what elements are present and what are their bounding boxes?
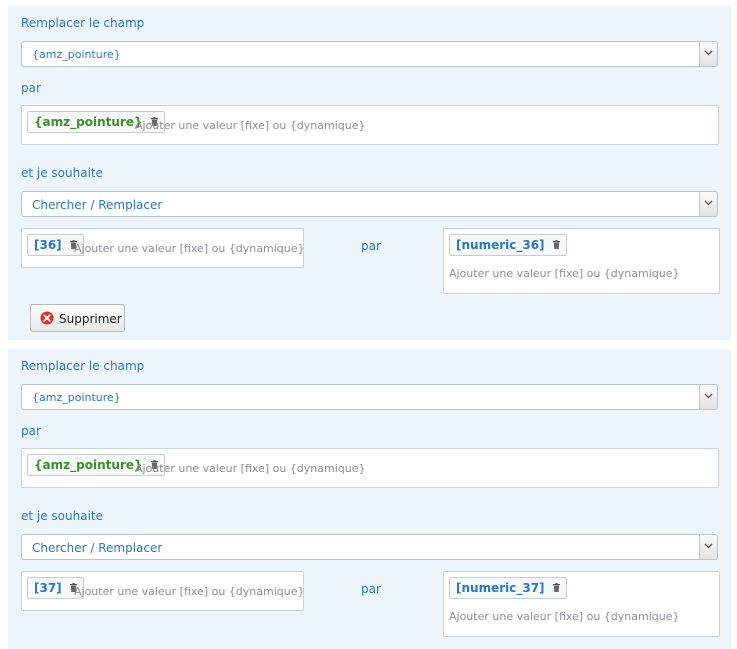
wish-label: et je souhaite: [21, 509, 104, 523]
replace-chip[interactable]: [numeric_37]: [449, 577, 567, 599]
value-placeholder[interactable]: Ajouter une valeur [fixe] ou {dynamique}: [135, 119, 366, 132]
search-value-box[interactable]: [36] Ajouter une valeur [fixe] ou {dynam…: [21, 228, 305, 268]
replace-field-label: Remplacer le champ: [21, 359, 145, 373]
par-label: par: [21, 81, 41, 95]
search-placeholder[interactable]: Ajouter une valeur [fixe] ou {dynamique}: [74, 585, 305, 598]
search-chip-label: [37]: [34, 581, 62, 595]
action-select[interactable]: Chercher / Remplacer: [21, 191, 718, 217]
chevron-down-icon: [704, 50, 713, 56]
replace-chip-label: [numeric_36]: [456, 238, 545, 252]
value-chip-label: {amz_pointure}: [34, 115, 143, 129]
trash-icon[interactable]: [552, 240, 560, 249]
replace-rule-block-1: Remplacer le champ {amz_pointure} par {a…: [8, 6, 731, 340]
value-chip-label: {amz_pointure}: [34, 458, 143, 472]
search-value-box[interactable]: [37] Ajouter une valeur [fixe] ou {dynam…: [21, 571, 305, 611]
field-select-arrow[interactable]: [699, 42, 717, 66]
par-mid-label: par: [361, 239, 381, 253]
field-select-value: {amz_pointure}: [32, 391, 121, 404]
par-mid-label: par: [361, 582, 381, 596]
field-select-arrow[interactable]: [699, 385, 717, 409]
close-circle-icon: [40, 311, 54, 325]
replace-chip-label: [numeric_37]: [456, 581, 545, 595]
action-select-value: Chercher / Remplacer: [32, 541, 163, 555]
trash-icon[interactable]: [552, 583, 560, 592]
delete-button-label: Supprimer: [59, 312, 122, 326]
search-placeholder[interactable]: Ajouter une valeur [fixe] ou {dynamique}: [74, 242, 305, 255]
wish-label: et je souhaite: [21, 166, 104, 180]
value-placeholder[interactable]: Ajouter une valeur [fixe] ou {dynamique}: [135, 462, 366, 475]
replace-chip[interactable]: [numeric_36]: [449, 234, 567, 256]
replace-value-box[interactable]: [numeric_37] Ajouter une valeur [fixe] o…: [443, 571, 720, 637]
action-select-arrow[interactable]: [699, 535, 717, 559]
delete-button[interactable]: Supprimer: [30, 304, 125, 332]
replace-placeholder[interactable]: Ajouter une valeur [fixe] ou {dynamique}: [449, 267, 680, 280]
replace-value-box[interactable]: [numeric_36] Ajouter une valeur [fixe] o…: [443, 228, 720, 294]
action-select-arrow[interactable]: [699, 192, 717, 216]
action-select[interactable]: Chercher / Remplacer: [21, 534, 718, 560]
chevron-down-icon: [704, 200, 713, 206]
replace-field-label: Remplacer le champ: [21, 16, 145, 30]
field-select-value: {amz_pointure}: [32, 48, 121, 61]
replacement-value-box[interactable]: {amz_pointure} Ajouter une valeur [fixe]…: [21, 448, 719, 488]
field-select[interactable]: {amz_pointure}: [21, 384, 718, 410]
replace-placeholder[interactable]: Ajouter une valeur [fixe] ou {dynamique}: [449, 610, 680, 623]
search-chip-label: [36]: [34, 238, 62, 252]
replace-rule-block-2: Remplacer le champ {amz_pointure} par {a…: [8, 349, 731, 649]
replacement-value-box[interactable]: {amz_pointure} Ajouter une valeur [fixe]…: [21, 105, 719, 145]
chevron-down-icon: [704, 543, 713, 549]
field-select[interactable]: {amz_pointure}: [21, 41, 718, 67]
par-label: par: [21, 424, 41, 438]
chevron-down-icon: [704, 393, 713, 399]
action-select-value: Chercher / Remplacer: [32, 198, 163, 212]
